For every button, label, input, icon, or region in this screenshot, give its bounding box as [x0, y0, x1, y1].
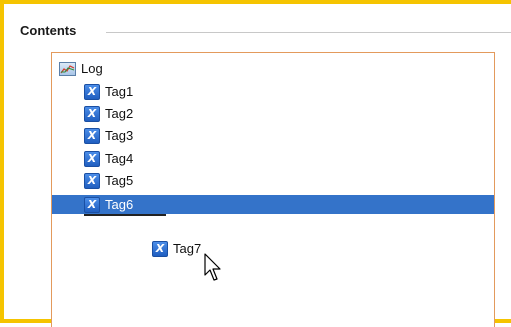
- dragged-node-label: Tag7: [173, 241, 202, 256]
- dragged-node-tag7[interactable]: X Tag7: [152, 239, 201, 258]
- drop-indicator: [84, 214, 166, 216]
- chart-icon: [59, 61, 76, 76]
- mouse-pointer-icon: [204, 253, 221, 281]
- tree-node-tag2[interactable]: X Tag2: [84, 104, 133, 123]
- tree-node-label: Tag5: [105, 173, 134, 188]
- x-tag-icon: X: [84, 172, 100, 189]
- tree-node-label: Tag2: [105, 106, 134, 121]
- x-tag-icon: X: [84, 83, 100, 100]
- x-tag-icon: X: [84, 196, 100, 213]
- tree-node-log[interactable]: Log: [59, 59, 103, 78]
- tree-node-tag3[interactable]: X Tag3: [84, 126, 133, 145]
- tree-node-label: Log: [81, 61, 103, 76]
- x-tag-icon: X: [152, 240, 168, 257]
- tree-node-tag1[interactable]: X Tag1: [84, 82, 133, 101]
- contents-panel: Contents Log X Tag1 X Tag2 X Tag3 X Tag4…: [0, 0, 511, 327]
- tree-node-label: Tag4: [105, 151, 134, 166]
- tree-node-label: Tag6: [105, 197, 134, 212]
- group-title: Contents: [20, 23, 77, 38]
- tree-node-tag6[interactable]: X Tag6: [84, 195, 133, 214]
- tree-node-label: Tag3: [105, 128, 134, 143]
- tree-node-tag4[interactable]: X Tag4: [84, 149, 133, 168]
- tree-node-label: Tag1: [105, 84, 134, 99]
- group-divider: [106, 32, 511, 33]
- x-tag-icon: X: [84, 150, 100, 167]
- x-tag-icon: X: [84, 127, 100, 144]
- x-tag-icon: X: [84, 105, 100, 122]
- tree-node-tag5[interactable]: X Tag5: [84, 171, 133, 190]
